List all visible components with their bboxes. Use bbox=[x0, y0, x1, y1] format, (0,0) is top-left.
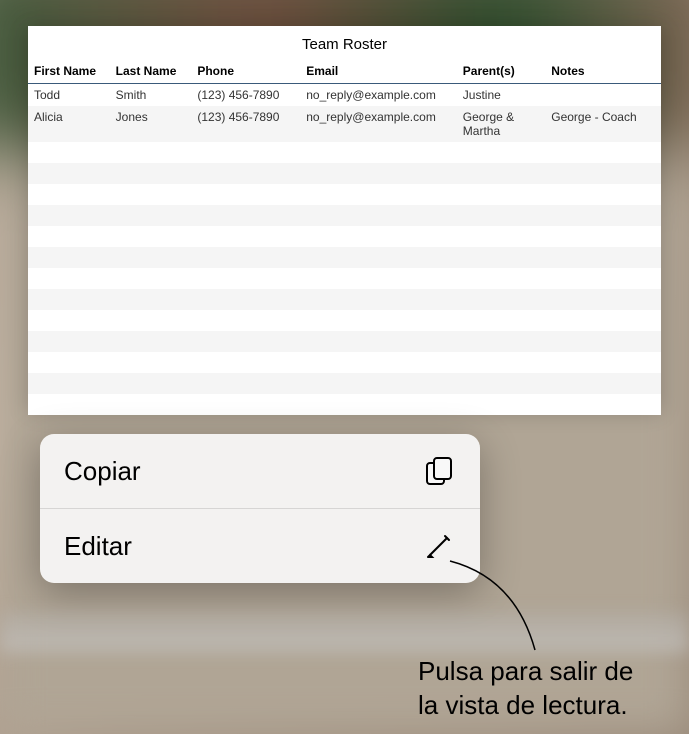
context-menu: Copiar Editar bbox=[40, 434, 480, 583]
column-header-phone: Phone bbox=[191, 59, 300, 84]
cell-firstname: Todd bbox=[28, 84, 110, 107]
callout-text: Pulsa para salir de la vista de lectura. bbox=[418, 655, 633, 723]
empty-row bbox=[28, 331, 661, 352]
empty-row bbox=[28, 163, 661, 184]
empty-row bbox=[28, 289, 661, 310]
edit-label: Editar bbox=[64, 531, 132, 562]
column-header-notes: Notes bbox=[545, 59, 661, 84]
column-header-email: Email bbox=[300, 59, 457, 84]
copy-label: Copiar bbox=[64, 456, 141, 487]
callout-line2: la vista de lectura. bbox=[418, 690, 628, 720]
document-preview[interactable]: Team Roster First Name Last Name Phone E… bbox=[28, 26, 661, 408]
empty-row bbox=[28, 184, 661, 205]
empty-row bbox=[28, 310, 661, 331]
cell-email: no_reply@example.com bbox=[300, 106, 457, 142]
edit-menu-item[interactable]: Editar bbox=[40, 509, 480, 583]
bottom-blur bbox=[0, 612, 689, 652]
document-title: Team Roster bbox=[28, 26, 661, 59]
column-header-parents: Parent(s) bbox=[457, 59, 545, 84]
cell-phone: (123) 456-7890 bbox=[191, 84, 300, 107]
cell-firstname: Alicia bbox=[28, 106, 110, 142]
empty-row bbox=[28, 142, 661, 163]
empty-row bbox=[28, 268, 661, 289]
table-row: Alicia Jones (123) 456-7890 no_reply@exa… bbox=[28, 106, 661, 142]
column-header-lastname: Last Name bbox=[110, 59, 192, 84]
empty-row bbox=[28, 205, 661, 226]
callout-line1: Pulsa para salir de bbox=[418, 656, 633, 686]
empty-row bbox=[28, 394, 661, 415]
cell-parents: Justine bbox=[457, 84, 545, 107]
cell-phone: (123) 456-7890 bbox=[191, 106, 300, 142]
cell-lastname: Smith bbox=[110, 84, 192, 107]
cell-email: no_reply@example.com bbox=[300, 84, 457, 107]
roster-table: First Name Last Name Phone Email Parent(… bbox=[28, 59, 661, 415]
copy-menu-item[interactable]: Copiar bbox=[40, 434, 480, 509]
table-row: Todd Smith (123) 456-7890 no_reply@examp… bbox=[28, 84, 661, 107]
table-header-row: First Name Last Name Phone Email Parent(… bbox=[28, 59, 661, 84]
empty-row bbox=[28, 226, 661, 247]
empty-row bbox=[28, 352, 661, 373]
column-header-firstname: First Name bbox=[28, 59, 110, 84]
pencil-icon bbox=[422, 529, 456, 563]
cell-notes bbox=[545, 84, 661, 107]
cell-lastname: Jones bbox=[110, 106, 192, 142]
copy-icon bbox=[422, 454, 456, 488]
empty-row bbox=[28, 247, 661, 268]
cell-parents: George & Martha bbox=[457, 106, 545, 142]
empty-row bbox=[28, 373, 661, 394]
cell-notes: George - Coach bbox=[545, 106, 661, 142]
